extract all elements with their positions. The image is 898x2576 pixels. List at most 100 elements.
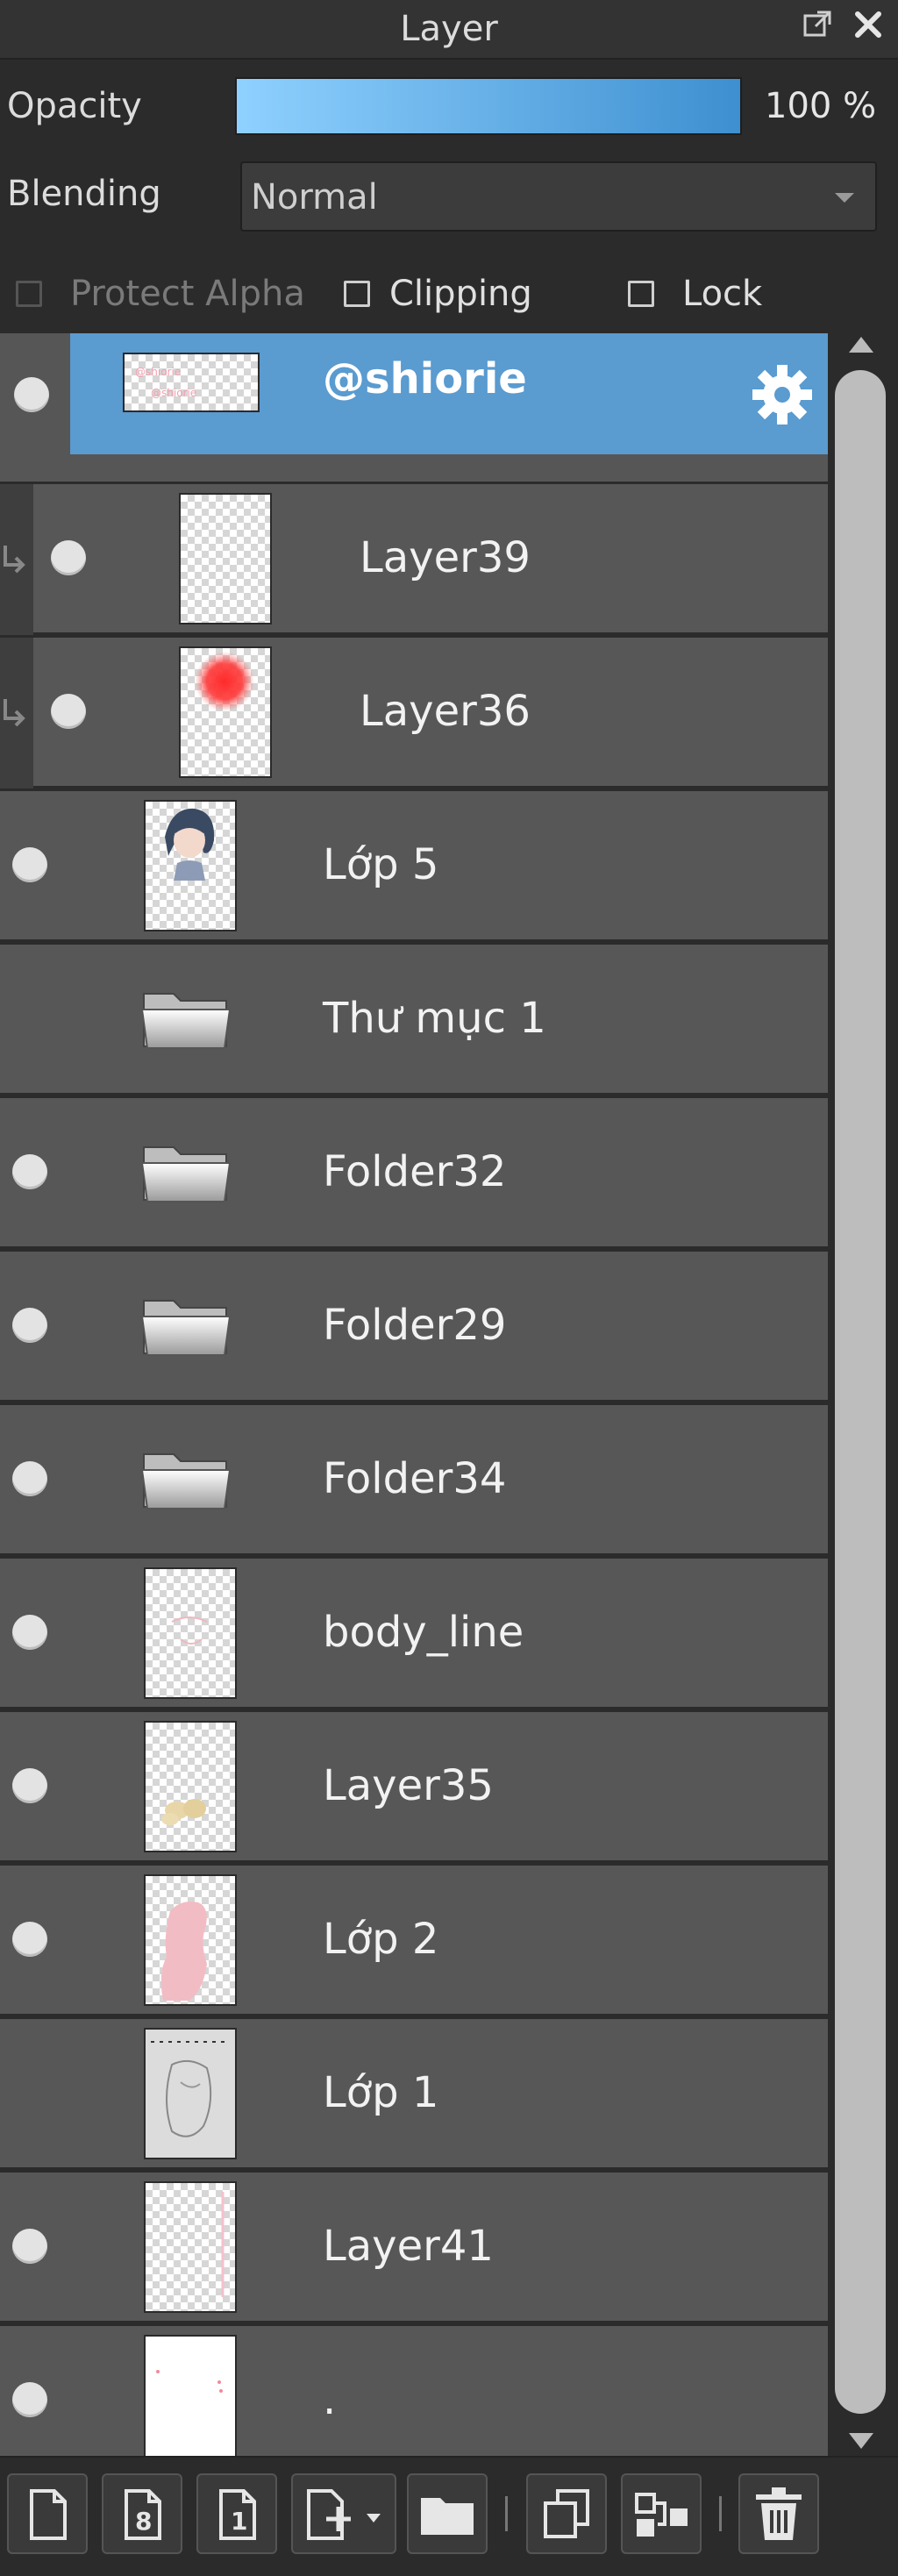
- layer-row[interactable]: Layer41: [0, 2173, 828, 2323]
- merge-down-button[interactable]: [621, 2473, 702, 2554]
- opacity-slider[interactable]: [235, 77, 742, 135]
- visibility-eye-icon[interactable]: [51, 540, 86, 575]
- layer-row[interactable]: Lớp 5: [0, 791, 828, 942]
- layer-name: Folder29: [323, 1301, 507, 1350]
- chevron-down-icon: [835, 193, 854, 203]
- layer-list: @shiorie @shiorie @shiorie Layer39 Layer…: [0, 333, 828, 2456]
- scroll-thumb[interactable]: [835, 370, 886, 2414]
- add-layer-dropdown-icon: [307, 2489, 381, 2540]
- blending-select[interactable]: Normal: [240, 161, 877, 232]
- new-8bit-layer-icon: 8: [125, 2489, 161, 2540]
- new-layer-button[interactable]: [7, 2473, 88, 2554]
- layer-properties: Opacity 100 % Blending Normal Protect Al…: [0, 60, 898, 333]
- layer-name: .: [323, 2375, 337, 2424]
- layer-row[interactable]: body_line: [0, 1559, 828, 1709]
- svg-text:@shiorie: @shiorie: [151, 387, 196, 399]
- folder-icon: [140, 1453, 232, 1509]
- toolbar-divider: [505, 2496, 508, 2531]
- clipping-checkbox[interactable]: Clipping: [344, 274, 554, 314]
- new-folder-icon: [421, 2498, 474, 2535]
- layer-name: Thư mục 1: [323, 994, 546, 1043]
- svg-text:1: 1: [231, 2507, 247, 2536]
- svg-text:@shiorie: @shiorie: [135, 366, 181, 378]
- folder-icon: [140, 1146, 232, 1202]
- layer-name: Layer36: [360, 687, 531, 736]
- layer-row[interactable]: Folder34: [0, 1405, 828, 1556]
- new-folder-button[interactable]: [407, 2473, 488, 2554]
- popout-icon[interactable]: [800, 7, 835, 42]
- lock-checkbox[interactable]: Lock: [628, 274, 786, 314]
- visibility-eye-icon[interactable]: [12, 1922, 47, 1957]
- protect-alpha-label: Protect Alpha: [70, 274, 305, 314]
- visibility-eye-icon[interactable]: [12, 1461, 47, 1496]
- layer-row[interactable]: Thư mục 1: [0, 945, 828, 1095]
- panel-titlebar: Layer: [0, 0, 898, 60]
- toolbar-divider: [719, 2496, 722, 2531]
- layer-row[interactable]: @shiorie @shiorie @shiorie: [0, 333, 828, 484]
- scroll-down-arrow-icon[interactable]: [849, 2433, 873, 2449]
- protect-alpha-box: [16, 281, 42, 307]
- close-icon[interactable]: [851, 7, 886, 42]
- layer-name: body_line: [323, 1608, 524, 1657]
- layer-thumbnail: [144, 1874, 237, 2006]
- clipping-label: Clipping: [389, 274, 532, 314]
- svg-text:8: 8: [135, 2507, 152, 2536]
- layer-thumbnail: [144, 2028, 237, 2159]
- clip-arrow-icon: [4, 546, 25, 574]
- layer-name: Layer35: [323, 1761, 494, 1810]
- new-8bit-layer-button[interactable]: 8: [102, 2473, 182, 2554]
- scroll-up-arrow-icon[interactable]: [849, 337, 873, 353]
- clipping-box: [344, 281, 370, 307]
- visibility-eye-icon[interactable]: [12, 1768, 47, 1803]
- protect-alpha-checkbox[interactable]: Protect Alpha: [16, 274, 314, 314]
- layer-thumbnail: [179, 646, 272, 778]
- layer-thumbnail: [179, 493, 272, 624]
- visibility-eye-icon[interactable]: [12, 1308, 47, 1343]
- blending-value: Normal: [251, 177, 378, 218]
- layer-row[interactable]: .: [0, 2326, 828, 2456]
- layer-name: @shiorie: [323, 354, 527, 403]
- add-layer-dropdown-button[interactable]: [291, 2473, 396, 2554]
- panel-title: Layer: [400, 9, 498, 49]
- layer-list-scrollbar[interactable]: [828, 333, 898, 2456]
- visibility-eye-icon[interactable]: [12, 1615, 47, 1650]
- layer-row[interactable]: Lớp 1: [0, 2019, 828, 2170]
- layer-toolbar: 8 1: [0, 2456, 898, 2576]
- merge-down-icon: [635, 2493, 688, 2537]
- delete-layer-button[interactable]: [738, 2473, 819, 2554]
- layer-row[interactable]: Lớp 2: [0, 1866, 828, 2016]
- layer-thumbnail: [144, 1567, 237, 1699]
- opacity-label: Opacity: [7, 86, 142, 126]
- new-1bit-layer-icon: 1: [219, 2489, 256, 2540]
- visibility-eye-icon[interactable]: [51, 694, 86, 729]
- visibility-eye-icon[interactable]: [12, 2229, 47, 2264]
- duplicate-layer-button[interactable]: [526, 2473, 607, 2554]
- layer-name: Lớp 1: [323, 2068, 439, 2117]
- visibility-eye-icon[interactable]: [12, 847, 47, 882]
- duplicate-layer-icon: [544, 2489, 589, 2538]
- visibility-eye-icon[interactable]: [14, 377, 49, 412]
- new-1bit-layer-button[interactable]: 1: [196, 2473, 277, 2554]
- folder-icon: [140, 993, 232, 1049]
- folder-icon: [140, 1300, 232, 1356]
- layer-row[interactable]: Folder32: [0, 1098, 828, 1249]
- layer-thumbnail: @shiorie @shiorie: [123, 353, 260, 412]
- layer-settings-gear-icon[interactable]: [747, 360, 817, 430]
- layer-name: Folder34: [323, 1454, 507, 1503]
- layer-thumbnail: [144, 2335, 237, 2456]
- layer-name: Layer41: [323, 2222, 494, 2271]
- layer-row[interactable]: Layer36: [0, 638, 828, 788]
- layer-name: Folder32: [323, 1147, 507, 1196]
- layer-name: Lớp 5: [323, 840, 439, 889]
- layer-thumbnail: [144, 1721, 237, 1852]
- layer-row[interactable]: Layer39: [0, 484, 828, 635]
- layer-row[interactable]: Layer35: [0, 1712, 828, 1863]
- visibility-eye-icon[interactable]: [12, 1154, 47, 1189]
- visibility-eye-icon[interactable]: [12, 2382, 47, 2417]
- delete-layer-icon: [756, 2487, 802, 2540]
- layer-row[interactable]: Folder29: [0, 1252, 828, 1402]
- new-layer-icon: [30, 2489, 67, 2540]
- layer-thumbnail: [144, 800, 237, 931]
- layer-thumbnail: [144, 2181, 237, 2313]
- layer-name: Layer39: [360, 533, 531, 582]
